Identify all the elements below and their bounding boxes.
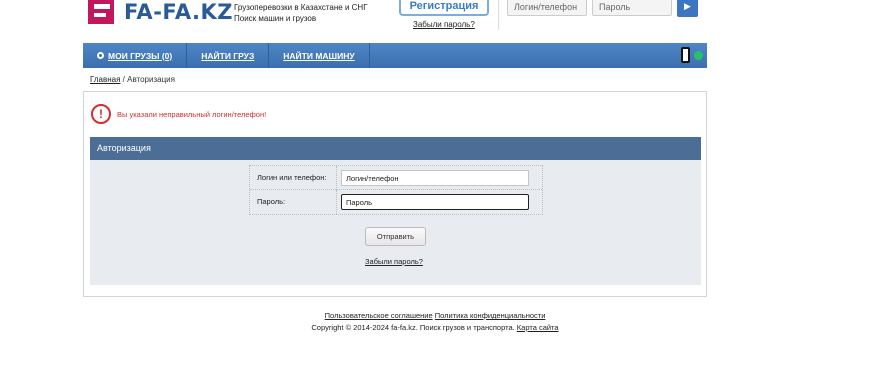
main-nav: МОИ ГРУЗЫ (0) НАЙТИ ГРУЗ НАЙТИ МАШИНУ	[83, 43, 707, 68]
auth-form-panel: Логин или телефон: Логин/телефон Пароль:…	[90, 160, 701, 285]
header-login-submit-button[interactable]: ▶	[677, 0, 698, 17]
logo-icon	[88, 0, 116, 26]
forgot-password-link[interactable]: Забыли пароль?	[365, 257, 423, 266]
privacy-link[interactable]: Политика конфиденциальности	[435, 311, 546, 320]
whatsapp-icon[interactable]	[694, 51, 703, 60]
password-row: Пароль: Пароль	[250, 190, 542, 214]
footer-copyright: Copyright © 2014-2024 fa-fa.kz. Поиск гр…	[0, 323, 870, 332]
password-label: Пароль:	[250, 190, 337, 214]
password-input[interactable]: Пароль	[341, 194, 529, 210]
breadcrumb: Главная / Авторизация	[90, 75, 175, 84]
header-password-input[interactable]: Пароль	[592, 0, 672, 16]
play-arrow-icon: ▶	[684, 1, 691, 11]
login-row: Логин или телефон: Логин/телефон	[250, 165, 542, 190]
sitemap-link[interactable]: Карта сайта	[517, 323, 559, 332]
site-logo[interactable]: FA-FA.KZ	[88, 0, 233, 26]
error-text: Вы указали неправильный логин/телефон!	[117, 109, 267, 119]
circle-icon	[97, 52, 104, 59]
nav-find-cargo-label: НАЙТИ ГРУЗ	[201, 50, 255, 61]
footer-links: Пользовательское соглашение Политика кон…	[0, 311, 870, 320]
register-button[interactable]: Регистрация	[399, 0, 489, 16]
login-input[interactable]: Логин/телефон	[341, 169, 529, 186]
terms-link[interactable]: Пользовательское соглашение	[325, 311, 433, 320]
nav-my-cargo[interactable]: МОИ ГРУЗЫ (0)	[83, 43, 188, 68]
warning-icon: !	[91, 104, 111, 124]
mobile-phone-icon[interactable]	[681, 47, 690, 63]
breadcrumb-current: Авторизация	[127, 75, 175, 84]
nav-find-truck-label: НАЙТИ МАШИНУ	[283, 50, 355, 61]
header-login-input[interactable]: Логин/телефон	[507, 0, 587, 16]
nav-find-truck[interactable]: НАЙТИ МАШИНУ	[269, 43, 370, 68]
login-form: Логин или телефон: Логин/телефон Пароль:…	[249, 165, 543, 215]
header-divider	[498, 0, 499, 30]
auth-section-title: Авторизация	[90, 137, 701, 160]
forgot-password-link-top[interactable]: Забыли пароль?	[413, 20, 475, 29]
tagline: Грузоперевозки в Казахстане и СНГ Поиск …	[234, 2, 368, 24]
login-label: Логин или телефон:	[250, 165, 337, 190]
error-message: ! Вы указали неправильный логин/телефон!	[91, 104, 266, 124]
breadcrumb-home[interactable]: Главная	[90, 75, 120, 84]
nav-my-cargo-label: МОИ ГРУЗЫ (0)	[108, 50, 173, 61]
logo-text: FA-FA.KZ	[124, 0, 233, 24]
submit-button[interactable]: Отправить	[365, 227, 426, 246]
tagline-line1: Грузоперевозки в Казахстане и СНГ	[234, 3, 368, 12]
copyright-text: Copyright © 2014-2024 fa-fa.kz. Поиск гр…	[311, 323, 517, 332]
nav-find-cargo[interactable]: НАЙТИ ГРУЗ	[187, 43, 270, 68]
main-content: ! Вы указали неправильный логин/телефон!…	[83, 91, 707, 297]
tagline-line2: Поиск машин и грузов	[234, 14, 317, 23]
